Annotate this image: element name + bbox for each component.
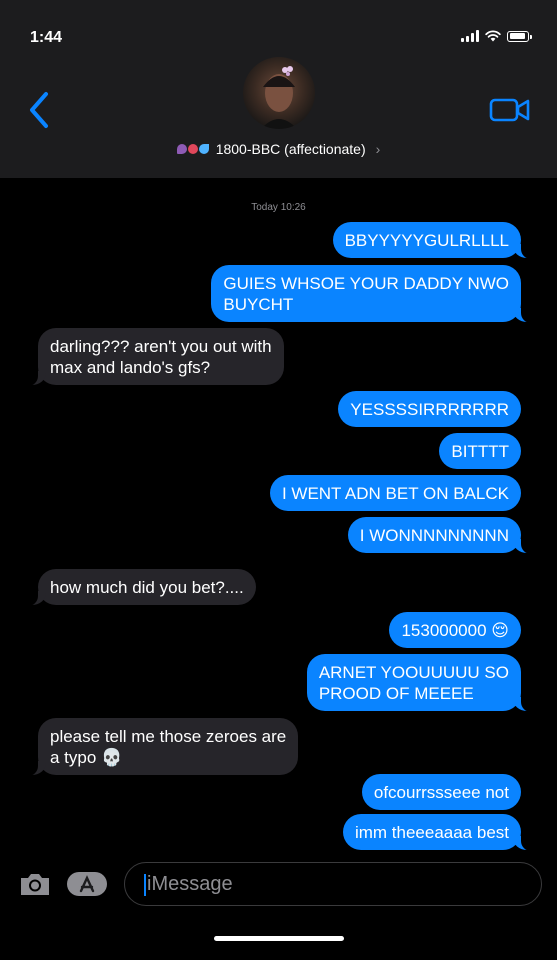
wifi-icon: [485, 30, 501, 42]
message-timestamp: Today 10:26: [251, 202, 306, 213]
message-bubble-received[interactable]: darling??? aren't you out with max and l…: [26, 328, 284, 386]
message-bubble-sent[interactable]: YESSSSIRRRRRRR: [338, 391, 521, 427]
message-bubble-sent[interactable]: BITTTT: [439, 433, 521, 469]
message-input[interactable]: iMessage: [124, 862, 542, 906]
cellular-signal-icon: [461, 30, 479, 42]
message-bubble-sent[interactable]: imm theeeaaaa best: [342, 814, 534, 851]
status-time: 1:44: [30, 29, 63, 46]
message-composer: iMessage: [0, 856, 557, 916]
message-bubble-sent[interactable]: ARNET YOOUUUUU SO PROOD OF MEEEE: [306, 654, 534, 712]
avatar-photo: [261, 66, 297, 129]
message-bubble-sent[interactable]: ofcourrssseee not: [361, 774, 521, 810]
emoji-prefix: [176, 144, 209, 154]
contact-name-row[interactable]: 1800-BBC (affectionate) ›: [0, 141, 557, 157]
contact-avatar[interactable]: [243, 57, 315, 129]
message-bubble-sent[interactable]: BBYYYYYGULRLLLL: [332, 222, 534, 259]
message-bubble-received[interactable]: please tell me those zeroes are a typo 💀: [25, 718, 299, 776]
conversation-header: 1:44 1800-BBC (affectionate) ›: [0, 0, 557, 178]
text-cursor: [144, 874, 146, 896]
message-bubble-sent[interactable]: I WENT ADN BET ON BALCK: [269, 475, 521, 511]
app-store-icon[interactable]: [66, 870, 108, 898]
lips-icon: [187, 144, 198, 154]
message-bubble-sent[interactable]: GUIES WHSOE YOUR DADDY NWO BUYCHT: [211, 265, 533, 323]
video-camera-icon[interactable]: [489, 95, 531, 125]
eggplant-icon: [176, 144, 187, 154]
battery-icon: [507, 30, 532, 42]
camera-icon[interactable]: [18, 870, 52, 898]
message-bubble-sent[interactable]: 153000000 😌: [389, 612, 521, 648]
sweat-droplets-icon: [198, 144, 209, 154]
message-bubble-sent[interactable]: I WONNNNNNNNN: [347, 517, 534, 554]
contact-name: 1800-BBC (affectionate): [215, 141, 366, 157]
back-chevron-icon[interactable]: [26, 90, 56, 130]
status-icons: [461, 30, 532, 42]
message-input-placeholder: iMessage: [147, 873, 233, 895]
home-indicator[interactable]: [214, 936, 344, 941]
message-bubble-received[interactable]: how much did you bet?....: [26, 569, 256, 606]
chevron-right-icon: ›: [375, 141, 381, 157]
